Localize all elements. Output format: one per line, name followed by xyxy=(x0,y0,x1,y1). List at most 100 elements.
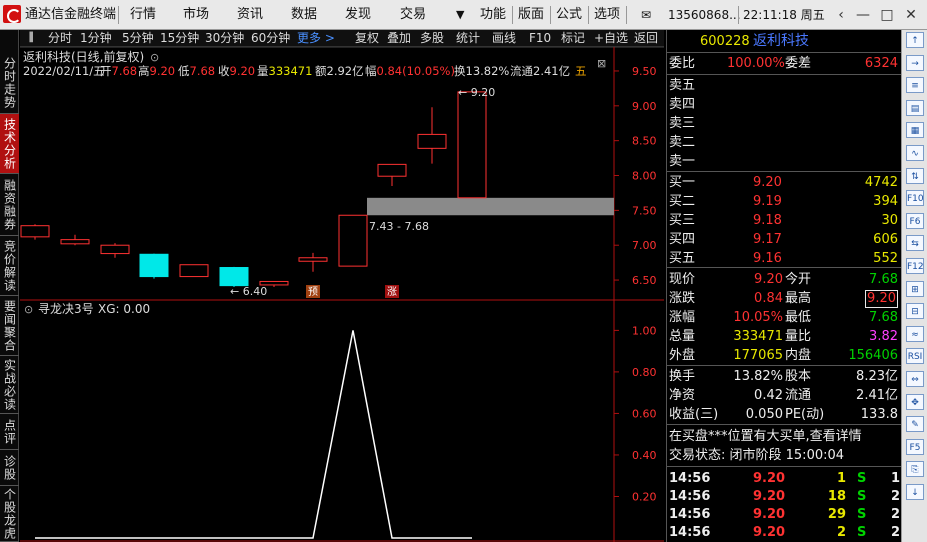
tick-side: S xyxy=(857,471,867,486)
stat-value: 0.84 xyxy=(754,291,783,306)
maximize-button[interactable]: □ xyxy=(876,3,898,27)
candle-body[interactable] xyxy=(20,225,50,238)
menu-zixun[interactable]: 资讯 xyxy=(237,0,263,30)
tool-banmian[interactable]: 版面 xyxy=(518,0,544,30)
buy-label: 买一 xyxy=(669,175,696,190)
candle-body[interactable] xyxy=(338,214,368,267)
tool-icon[interactable]: ⊞ xyxy=(906,280,924,297)
dropdown-arrow-icon[interactable]: ▼ xyxy=(456,0,464,30)
tab-jishu[interactable]: 技术分析 xyxy=(0,114,19,174)
period-5min[interactable]: 5分钟 xyxy=(122,30,154,47)
tool-zixuan[interactable]: +自选 xyxy=(594,30,628,47)
candle-body[interactable] xyxy=(179,264,209,278)
tool-icon[interactable]: ∿ xyxy=(906,145,924,161)
tool-xuanxiang[interactable]: 选项 xyxy=(594,0,620,30)
candle-body[interactable] xyxy=(60,239,90,245)
tool-icon[interactable]: ≈ xyxy=(906,325,924,342)
tool-gongneng[interactable]: 功能 xyxy=(480,0,506,30)
tick-side: S xyxy=(857,507,867,522)
sell-row: 卖一 xyxy=(667,152,902,171)
buy-volume: 552 xyxy=(873,251,898,266)
tab-fenshi[interactable]: 分时走势 xyxy=(0,52,19,114)
tool-icon[interactable]: ⎘ xyxy=(906,461,924,478)
clock-label: 22:11:18 周五 xyxy=(743,8,825,22)
tool-icon[interactable]: F6 xyxy=(906,212,924,229)
close-button[interactable]: ✕ xyxy=(900,3,922,27)
tool-duogu[interactable]: 多股 xyxy=(420,30,444,47)
tool-icon[interactable]: ✥ xyxy=(906,393,924,410)
buy-label: 买四 xyxy=(669,232,696,247)
tool-gongshi[interactable]: 公式 xyxy=(556,0,582,30)
candle-body[interactable] xyxy=(100,244,130,255)
chart-close-icon[interactable]: ⊠ xyxy=(597,57,606,70)
candle-body[interactable] xyxy=(219,267,249,287)
tab-dianping[interactable]: 点评 xyxy=(0,414,19,450)
tick-row[interactable]: 14:56 9.20 29 S 2 xyxy=(667,505,902,524)
tool-icon[interactable]: RSI xyxy=(906,348,924,365)
sell-row: 卖四 xyxy=(667,95,902,114)
period-15min[interactable]: 15分钟 xyxy=(160,30,199,47)
candle-body[interactable] xyxy=(457,91,487,199)
tool-diejia[interactable]: 叠加 xyxy=(387,30,411,47)
period-60min[interactable]: 60分钟 xyxy=(251,30,290,47)
tool-icon[interactable]: ≡ xyxy=(906,77,924,94)
period-more[interactable]: 更多 > xyxy=(297,30,335,47)
tool-icon[interactable]: ▤ xyxy=(906,99,924,116)
minimize-button[interactable]: — xyxy=(852,3,874,27)
mail-icon[interactable]: ✉ xyxy=(641,0,651,30)
menu-shichang[interactable]: 市场 xyxy=(183,0,209,30)
tab-jingjia[interactable]: 竞价解读 xyxy=(0,236,19,296)
tool-icon[interactable]: F12 xyxy=(906,258,924,274)
tool-biaoji[interactable]: 标记 xyxy=(561,30,585,47)
collapse-icon[interactable]: ▐ xyxy=(26,30,33,47)
tool-icon[interactable]: ⇆ xyxy=(906,235,924,252)
tool-icon[interactable]: ⊟ xyxy=(906,303,924,320)
tool-fanhui[interactable]: 返回 xyxy=(634,30,658,47)
tool-f10[interactable]: F10 xyxy=(529,30,551,47)
tool-icon[interactable]: ⇔ xyxy=(906,371,924,387)
indicator-settings-icon[interactable]: ⊙ xyxy=(24,303,33,316)
tool-icon[interactable]: ✎ xyxy=(906,416,924,433)
tab-zhengu[interactable]: 诊股 xyxy=(0,450,19,486)
minimize-icon[interactable]: ‹ xyxy=(830,3,852,27)
tool-icon[interactable]: ▦ xyxy=(906,122,924,139)
tool-icon[interactable]: ↑ xyxy=(906,32,924,48)
stat-value: 9.20 xyxy=(754,272,783,287)
chart-settings-icon[interactable]: ⊙ xyxy=(150,51,159,64)
tab-rongzi[interactable]: 融资融券 xyxy=(0,174,19,236)
candle-body[interactable] xyxy=(377,163,407,177)
tab-longhu[interactable]: 个股龙虎 xyxy=(0,486,19,542)
stat-value: 10.05% xyxy=(733,310,783,325)
tool-icon[interactable]: ⇅ xyxy=(906,167,924,184)
tick-row[interactable]: 14:56 9.20 18 S 2 xyxy=(667,487,902,506)
menu-faxian[interactable]: 发现 xyxy=(345,0,371,30)
sell-label: 卖一 xyxy=(669,154,696,169)
stat-row: 外盘 177065 内盘 156406 xyxy=(667,346,902,365)
notice-text[interactable]: 在买盘***位置有大买单,查看详情 xyxy=(669,427,862,446)
menu-hangqing[interactable]: 行情 xyxy=(130,0,156,30)
tool-icon[interactable]: → xyxy=(906,54,924,71)
candle-body[interactable] xyxy=(139,253,169,278)
tool-icon[interactable]: F5 xyxy=(906,438,924,455)
tab-yaowen[interactable]: 要闻聚合 xyxy=(0,296,19,356)
candle-body[interactable] xyxy=(417,133,447,149)
tick-row[interactable]: 14:56 9.20 2 S 2 xyxy=(667,523,902,542)
menu-jiaoyi[interactable]: 交易 xyxy=(400,0,426,30)
stat-value: 177065 xyxy=(733,348,783,363)
candle-body[interactable] xyxy=(298,257,328,262)
period-30min[interactable]: 30分钟 xyxy=(205,30,244,47)
tool-icon[interactable]: ↓ xyxy=(906,484,924,500)
account-label[interactable]: 13560868... xyxy=(668,0,741,30)
sell-label: 卖三 xyxy=(669,116,696,131)
kline-chart[interactable]: 9.50 9.00 8.50 8.00 7.50 7.00 6.50 1.00 0.80 0.60… xyxy=(20,47,664,542)
tool-huaxian[interactable]: 画线 xyxy=(492,30,516,47)
tool-tongji[interactable]: 统计 xyxy=(456,30,480,47)
tab-shizhan[interactable]: 实战必读 xyxy=(0,356,19,414)
tool-icon[interactable]: F10 xyxy=(906,190,924,207)
period-1min[interactable]: 1分钟 xyxy=(80,30,112,47)
tick-row[interactable]: 14:56 9.20 1 S 1 xyxy=(667,469,902,488)
tool-fuquan[interactable]: 复权 xyxy=(355,30,379,47)
stat2-row: 净资 0.42 流通 2.41亿 xyxy=(667,386,902,405)
menu-shuju[interactable]: 数据 xyxy=(291,0,317,30)
period-fenshi[interactable]: 分时 xyxy=(48,30,72,47)
